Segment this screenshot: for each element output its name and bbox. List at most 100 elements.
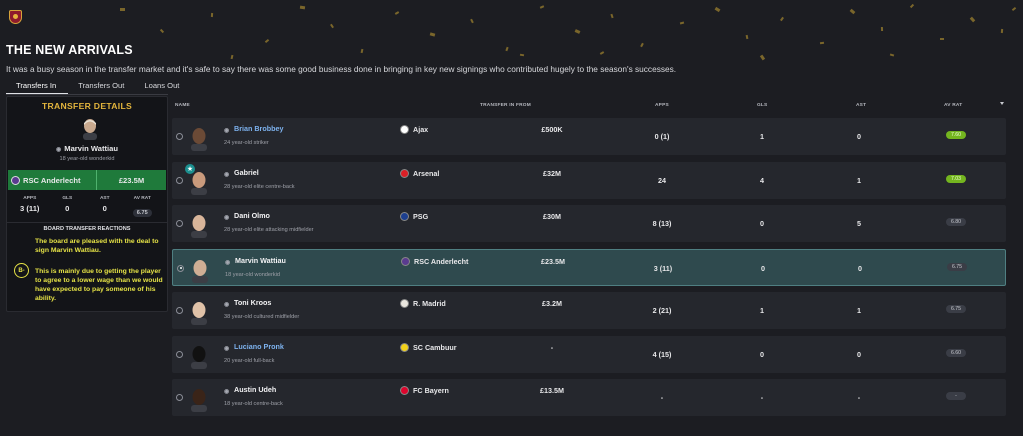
detail-club[interactable]: RSC Anderlecht xyxy=(8,170,96,190)
player-desc: 38 year-old cultured midfielder xyxy=(224,314,300,320)
col-header-rat[interactable]: AV RAT xyxy=(944,103,962,108)
person-icon: ◉ xyxy=(224,345,230,352)
from-club[interactable]: R. Madrid xyxy=(400,299,446,308)
club-badge-icon xyxy=(400,299,409,308)
row-radio[interactable] xyxy=(176,394,183,401)
table-row[interactable]: ★ ◉ Gabriel 28 year-old elite centre-back Ar… xyxy=(172,161,1006,199)
from-club[interactable]: PSG xyxy=(400,212,428,221)
table-row[interactable]: ◉ Toni Kroos 38 year-old cultured midfield… xyxy=(172,292,1006,329)
confetti-piece xyxy=(640,42,644,48)
tab-divider xyxy=(6,94,168,95)
tab-transfers-out[interactable]: Transfers Out xyxy=(68,78,134,95)
apps-value: 4 (15) xyxy=(652,349,672,359)
player-desc: 18 year-old centre-back xyxy=(224,401,283,407)
row-radio[interactable] xyxy=(176,220,183,227)
detail-stat-apps: APPS 3 (11) xyxy=(14,196,46,219)
from-club[interactable]: Arsenal xyxy=(400,168,439,178)
confetti-piece xyxy=(394,11,400,15)
club-crest-icon xyxy=(9,10,22,24)
tab-transfers-in[interactable]: Transfers In xyxy=(6,78,69,95)
person-icon: ◉ xyxy=(224,171,230,178)
rating-badge: 6.80 xyxy=(946,218,966,226)
confetti-piece xyxy=(1000,28,1004,34)
col-header-name[interactable]: NAME xyxy=(175,103,190,108)
from-club-name: Ajax xyxy=(413,125,429,134)
row-radio[interactable] xyxy=(177,264,184,272)
player-name[interactable]: ◉ Gabriel xyxy=(224,168,259,178)
assists-value: 1 xyxy=(857,306,861,315)
confetti-piece xyxy=(759,54,766,61)
col-header-apps[interactable]: APPS xyxy=(655,103,669,108)
from-club[interactable]: Ajax xyxy=(400,125,428,134)
from-club[interactable]: RSC Anderlecht xyxy=(401,256,468,266)
table-row[interactable]: ◉ Brian Brobbey 24 year-old striker Ajax £50… xyxy=(172,118,1006,155)
assists-value: 1 xyxy=(857,175,861,185)
detail-stat-value: 3 (11) xyxy=(20,204,40,213)
col-header-gls[interactable]: GLS xyxy=(757,103,767,108)
confetti-piece xyxy=(330,23,334,29)
club-badge-icon xyxy=(400,212,409,221)
detail-stat-ast: AST 0 xyxy=(89,196,121,219)
assists-value: - xyxy=(857,393,861,402)
goals-value: 1 xyxy=(760,132,764,141)
player-name[interactable]: ◉ Marvin Wattiau xyxy=(225,256,286,266)
player-name[interactable]: ◉ Dani Olmo xyxy=(224,211,270,221)
detail-stat-value: 0 xyxy=(102,204,107,213)
confetti-piece xyxy=(780,16,784,22)
detail-stat-label: APPS xyxy=(23,196,37,201)
player-name-text: Brian Brobbey xyxy=(234,124,284,133)
table-row[interactable]: ◉ Austin Udeh 18 year-old centre-back FC Ba… xyxy=(172,379,1006,416)
table-row[interactable]: ◉ Marvin Wattiau 18 year-old wonderkid RSC … xyxy=(172,248,1006,286)
player-name[interactable]: ◉ Luciano Pronk xyxy=(224,342,284,352)
page-title: THE NEW ARRIVALS xyxy=(6,43,133,57)
detail-stat-label: GLS xyxy=(62,196,73,201)
player-name[interactable]: ◉ Toni Kroos xyxy=(224,298,271,308)
tab-loans-out[interactable]: Loans Out xyxy=(134,78,189,95)
confetti-piece xyxy=(1011,6,1017,12)
player-name[interactable]: ◉ Brian Brobbey xyxy=(224,124,284,134)
confetti-piece xyxy=(880,26,884,32)
confetti-piece xyxy=(264,38,270,44)
player-desc: 24 year-old striker xyxy=(224,140,269,146)
row-radio[interactable] xyxy=(176,176,183,184)
club-badge-icon xyxy=(400,386,409,395)
transfer-fee: £500K xyxy=(541,125,563,134)
player-avatar xyxy=(189,171,209,195)
from-club-name: SC Cambuur xyxy=(413,342,457,352)
detail-player-name[interactable]: ◉ Marvin Wattiau xyxy=(7,144,167,153)
sort-down-icon[interactable] xyxy=(1000,102,1004,105)
apps-value: 2 (21) xyxy=(652,306,672,315)
player-desc: 28 year-old elite centre-back xyxy=(224,183,295,190)
detail-club-name: RSC Anderlecht xyxy=(23,175,81,185)
row-radio[interactable] xyxy=(176,133,183,140)
confetti-piece xyxy=(819,41,825,45)
confetti-piece xyxy=(299,5,306,10)
confetti-piece xyxy=(159,28,165,34)
from-club-name: PSG xyxy=(413,212,429,221)
assists-value: 0 xyxy=(858,263,862,273)
row-radio[interactable] xyxy=(176,307,183,314)
confetti-piece xyxy=(505,46,509,52)
board-reaction-reason: This is mainly due to getting the player… xyxy=(35,268,163,302)
goals-value: - xyxy=(760,393,764,402)
table-row[interactable]: ◉ Luciano Pronk 20 year-old full-back SC Ca… xyxy=(172,335,1006,373)
player-name[interactable]: ◉ Austin Udeh xyxy=(224,385,276,395)
from-club[interactable]: FC Bayern xyxy=(400,386,449,395)
col-header-from[interactable]: TRANSFER IN FROM xyxy=(480,103,531,108)
col-header-ast[interactable]: AST xyxy=(856,103,866,108)
goals-value: 0 xyxy=(760,219,764,228)
confetti-piece xyxy=(889,53,895,57)
transfer-fee: - xyxy=(550,342,554,352)
confetti-piece xyxy=(574,29,581,34)
from-club[interactable]: SC Cambuur xyxy=(400,342,457,352)
detail-stats: APPS 3 (11) GLS 0 AST 0 AV RAT 6.75 xyxy=(7,196,167,219)
goals-value: 4 xyxy=(760,175,764,185)
player-avatar xyxy=(189,214,209,238)
row-radio[interactable] xyxy=(176,350,183,358)
confetti-piece xyxy=(745,34,749,40)
rating-badge: 6.60 xyxy=(946,348,966,357)
assists-value: 0 xyxy=(857,349,861,359)
from-club-name: R. Madrid xyxy=(413,299,446,308)
table-row[interactable]: ◉ Dani Olmo 28 year-old elite attacking mi… xyxy=(172,205,1006,242)
page-subtitle: It was a busy season in the transfer mar… xyxy=(6,64,677,74)
